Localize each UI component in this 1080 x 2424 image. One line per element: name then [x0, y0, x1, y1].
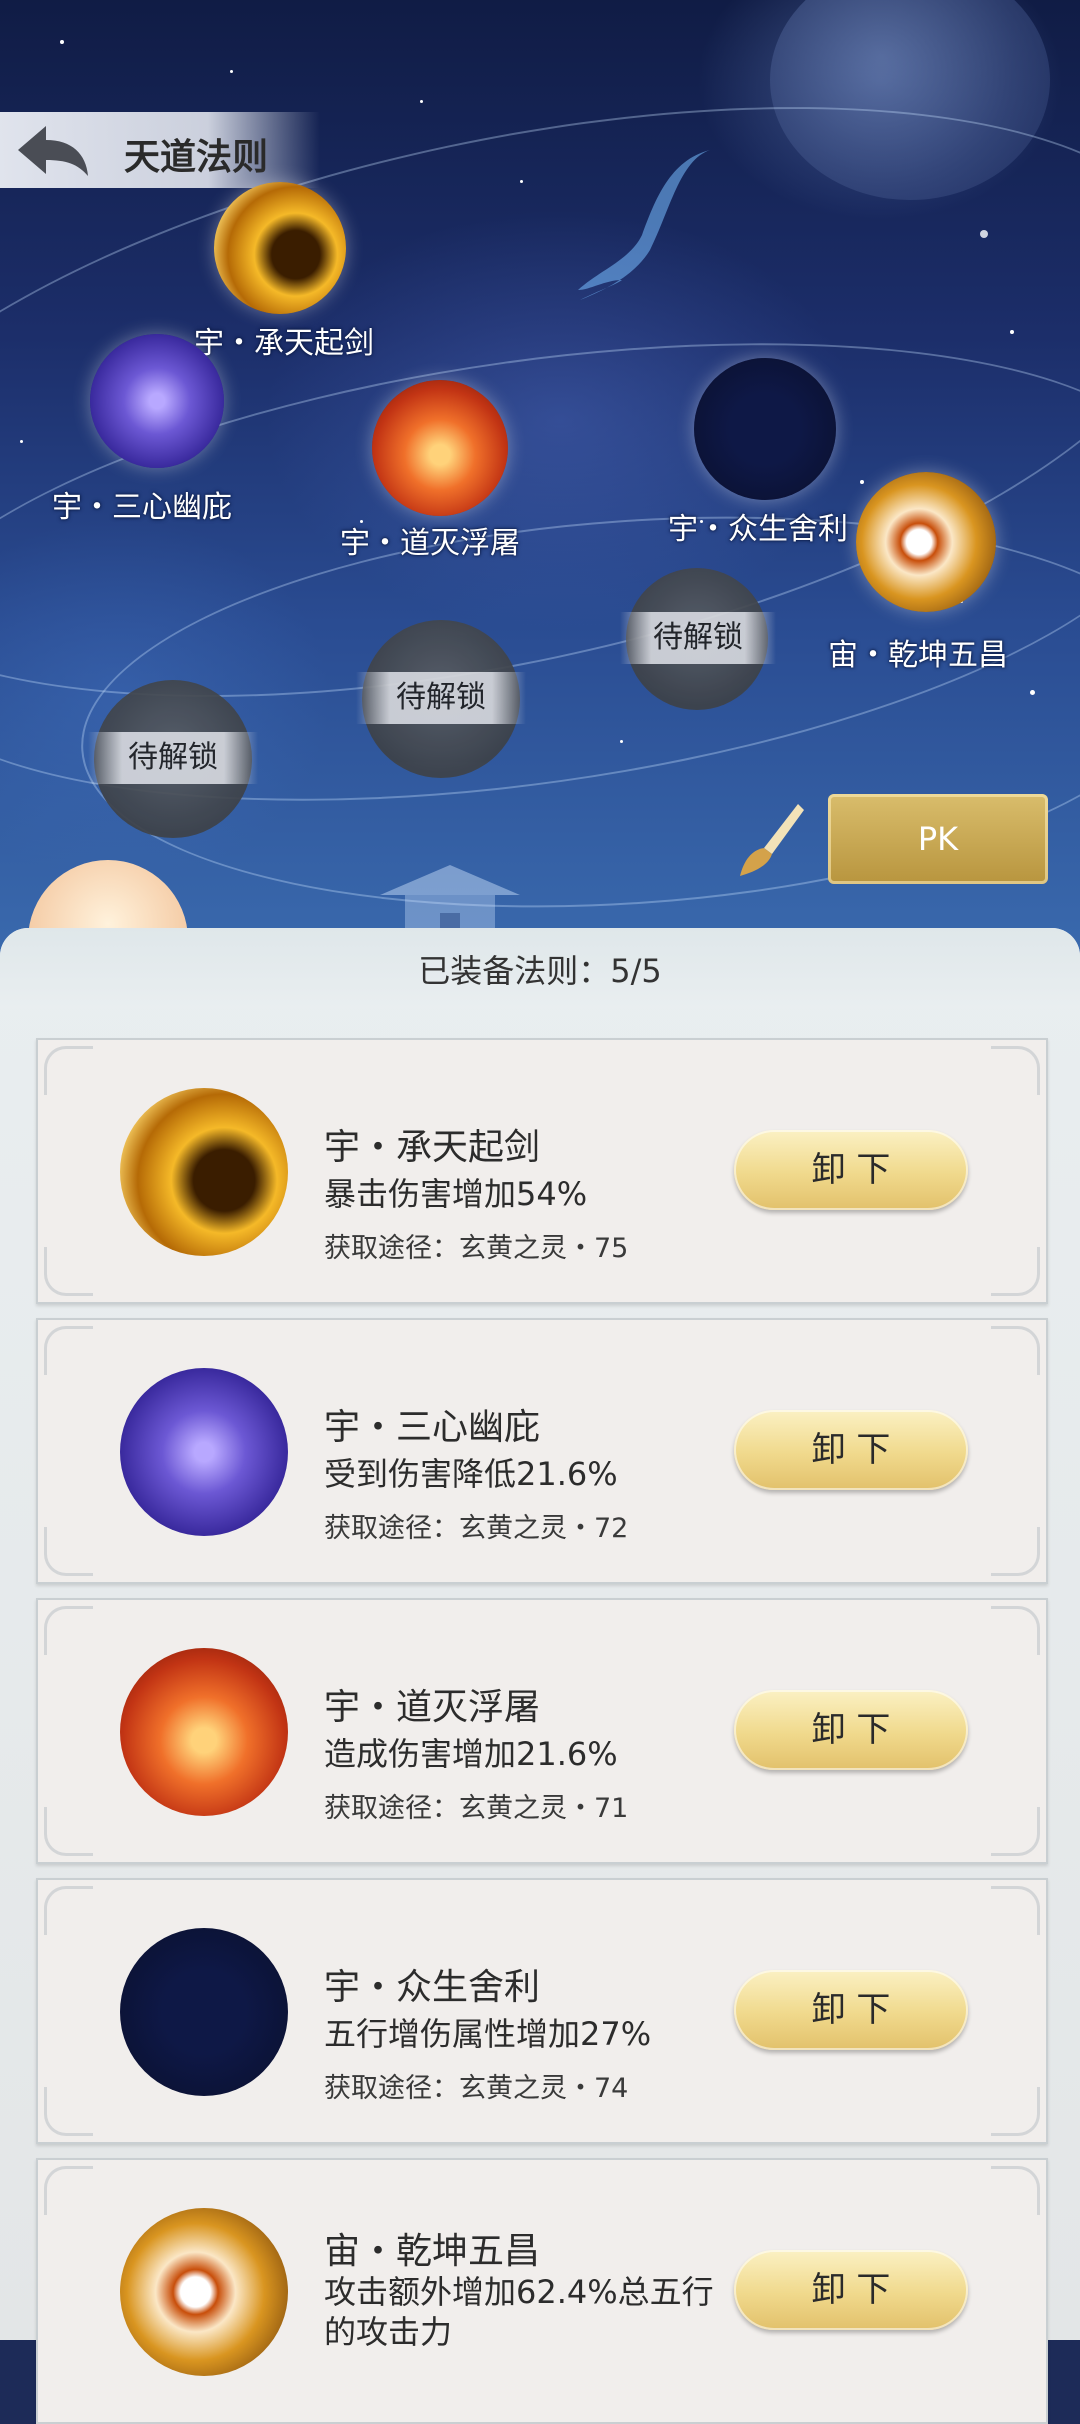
unequip-button[interactable]: 卸 下 [734, 1410, 968, 1490]
unequip-button[interactable]: 卸 下 [734, 2250, 968, 2330]
brush-icon[interactable] [736, 800, 806, 880]
equipped-count-label: 已装备法则：5/5 [418, 952, 662, 990]
law-node-label: 宇・承天起剑 [194, 326, 374, 361]
header-bar: 天道法则 [0, 112, 320, 188]
law-orb-icon [372, 380, 508, 516]
law-node-label: 宙・乾坤五昌 [828, 638, 1008, 673]
law-name: 宇・三心幽庇 [324, 1407, 541, 1448]
locked-law-slot[interactable]: 待解锁 [88, 680, 258, 838]
law-orb-icon [120, 1088, 288, 1256]
law-orb-icon [214, 182, 346, 314]
law-effect: 受到伤害降低21.6% [324, 1455, 618, 1493]
law-node-label: 宇・三心幽庇 [52, 490, 232, 525]
unequip-button[interactable]: 卸 下 [734, 1970, 968, 2050]
law-orb-icon [120, 1648, 288, 1816]
law-name: 宇・承天起剑 [324, 1127, 541, 1168]
law-card: 宇・道灭浮屠 造成伤害增加21.6% 获取途径：玄黄之灵・71 卸 下 [36, 1598, 1048, 1864]
law-orb-icon [856, 472, 996, 612]
page-title: 天道法则 [124, 137, 269, 178]
locked-slot-label: 待解锁 [356, 672, 526, 724]
law-card: 宇・众生舍利 五行增伤属性增加27% 获取途径：玄黄之灵・74 卸 下 [36, 1878, 1048, 2144]
law-orb-icon [694, 358, 836, 500]
law-name: 宙・乾坤五昌 [324, 2231, 541, 2272]
law-source: 获取途径：玄黄之灵・74 [324, 2073, 629, 2104]
law-card: 宙・乾坤五昌 攻击额外增加62.4%总五行的攻击力 卸 下 [36, 2158, 1048, 2424]
law-orb-icon [120, 1928, 288, 2096]
law-node-label: 宇・众生舍利 [668, 512, 848, 547]
law-effect: 暴击伤害增加54% [324, 1175, 588, 1213]
equipped-laws-panel: 已装备法则：5/5 宇・承天起剑 暴击伤害增加54% 获取途径：玄黄之灵・75 … [0, 928, 1080, 2424]
unequip-button[interactable]: 卸 下 [734, 1130, 968, 1210]
law-orb-icon [90, 334, 224, 468]
panel-header: 已装备法则：5/5 [0, 928, 1080, 1008]
law-orb-icon [120, 2208, 288, 2376]
unequip-button[interactable]: 卸 下 [734, 1690, 968, 1770]
whale-decoration [578, 150, 710, 300]
law-effect: 五行增伤属性增加27% [324, 2015, 652, 2053]
law-source: 获取途径：玄黄之灵・75 [324, 1233, 629, 1264]
back-arrow-icon[interactable] [10, 118, 94, 182]
law-source: 获取途径：玄黄之灵・71 [324, 1793, 629, 1824]
pk-button[interactable]: PK [828, 794, 1048, 884]
law-effect: 造成伤害增加21.6% [324, 1735, 618, 1773]
law-effect: 攻击额外增加62.4%总五行的攻击力 [324, 2273, 714, 2351]
law-node-label: 宇・道灭浮屠 [340, 526, 520, 561]
law-orb-icon [120, 1368, 288, 1536]
locked-law-slot[interactable]: 待解锁 [356, 620, 526, 778]
law-card: 宇・承天起剑 暴击伤害增加54% 获取途径：玄黄之灵・75 卸 下 [36, 1038, 1048, 1304]
locked-slot-label: 待解锁 [620, 612, 776, 664]
law-source: 获取途径：玄黄之灵・72 [324, 1513, 629, 1544]
law-name: 宇・众生舍利 [324, 1967, 541, 2008]
locked-law-slot[interactable]: 待解锁 [620, 568, 776, 710]
law-card: 宇・三心幽庇 受到伤害降低21.6% 获取途径：玄黄之灵・72 卸 下 [36, 1318, 1048, 1584]
law-name: 宇・道灭浮屠 [324, 1687, 541, 1728]
locked-slot-label: 待解锁 [88, 732, 258, 784]
